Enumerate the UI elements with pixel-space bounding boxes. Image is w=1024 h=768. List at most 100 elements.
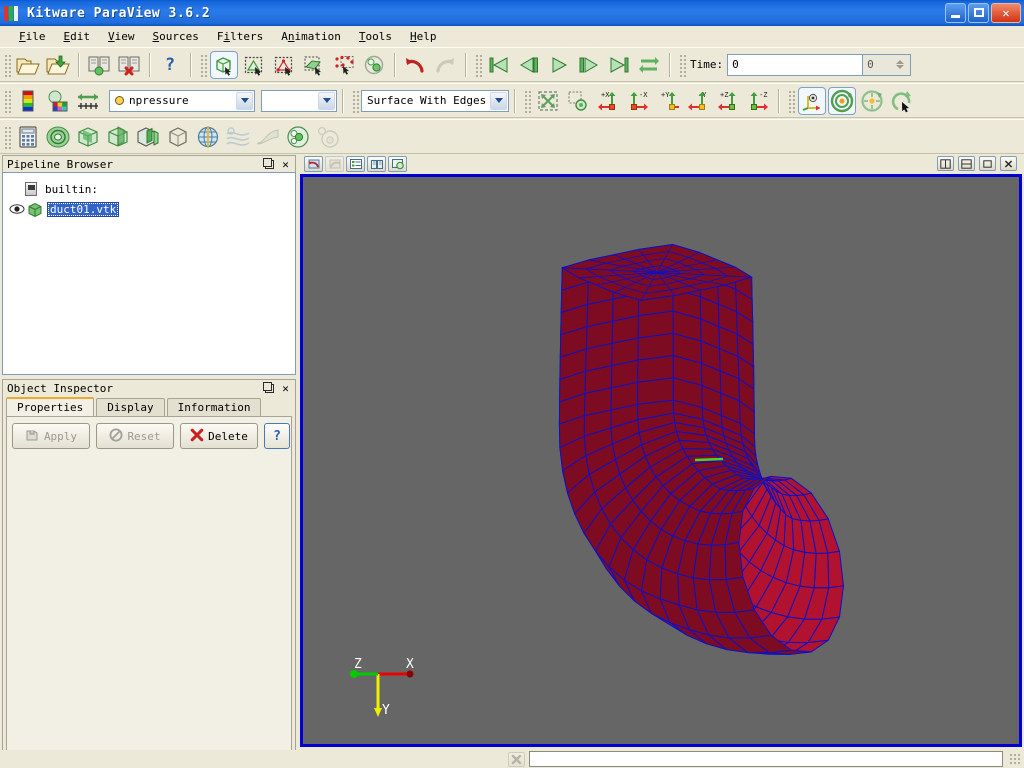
resize-grip[interactable] (1009, 753, 1021, 765)
vcr-toolbar-grip[interactable] (474, 53, 482, 77)
tab-properties[interactable]: Properties (6, 397, 94, 416)
extract-subset-icon[interactable] (164, 123, 192, 151)
zoom-to-selection-icon[interactable] (564, 87, 592, 115)
split-vertical-icon[interactable] (958, 156, 975, 171)
menu-animation[interactable]: Animation (272, 28, 350, 45)
pipeline-node-server[interactable]: builtin: (3, 179, 295, 199)
save-data-icon[interactable] (44, 51, 72, 79)
pipeline-close-icon[interactable]: ✕ (279, 158, 292, 171)
time-frame-spinbox[interactable]: 0 (863, 54, 911, 76)
undo-camera-icon[interactable] (304, 156, 323, 172)
toolbar-grip[interactable] (3, 53, 11, 77)
play-icon[interactable] (545, 51, 573, 79)
redo-camera-icon[interactable] (325, 156, 344, 172)
first-frame-icon[interactable] (485, 51, 513, 79)
render-view[interactable]: XYZ (300, 174, 1022, 747)
apply-button[interactable]: Apply (12, 423, 90, 449)
calculator-icon[interactable] (14, 123, 42, 151)
spin-buttons[interactable] (892, 56, 908, 74)
menu-filters[interactable]: Filters (208, 28, 272, 45)
close-button[interactable]: ✕ (991, 3, 1021, 23)
view-minus-x-icon[interactable]: -X (624, 87, 652, 115)
threshold-icon[interactable] (134, 123, 162, 151)
last-frame-icon[interactable] (605, 51, 633, 79)
next-frame-icon[interactable] (575, 51, 603, 79)
edit-color-map-icon[interactable] (14, 87, 42, 115)
maximize-button[interactable] (968, 3, 989, 23)
pick-center-icon[interactable] (828, 87, 856, 115)
clip-icon[interactable] (74, 123, 102, 151)
render-view-canvas[interactable]: XYZ (303, 177, 1019, 744)
tab-information[interactable]: Information (167, 398, 262, 416)
center-axes-toolbar-grip[interactable] (787, 89, 795, 113)
maximize-view-icon[interactable] (979, 156, 996, 171)
show-center-axes-icon[interactable] (798, 87, 826, 115)
menu-file[interactable]: File (10, 28, 55, 45)
camera-toolbar-grip[interactable] (523, 89, 531, 113)
time-toolbar-grip[interactable] (678, 53, 686, 77)
select-points-through-icon[interactable] (330, 51, 358, 79)
glyph-icon[interactable] (194, 123, 222, 151)
reset-button[interactable]: Reset (96, 423, 174, 449)
warp-icon[interactable] (254, 123, 282, 151)
connect-server-icon[interactable] (85, 51, 113, 79)
abort-icon[interactable] (508, 752, 525, 767)
show-legend-icon[interactable] (346, 156, 365, 172)
menu-help[interactable]: Help (401, 28, 446, 45)
split-horizontal-icon[interactable] (937, 156, 954, 171)
representation-toolbar-grip[interactable] (351, 89, 359, 113)
minimize-button[interactable] (945, 3, 966, 23)
contour-icon[interactable] (44, 123, 72, 151)
select-block-icon[interactable] (360, 51, 388, 79)
menu-edit[interactable]: Edit (55, 28, 100, 45)
spin-up-icon[interactable] (896, 60, 904, 64)
inspector-float-icon[interactable] (263, 382, 276, 395)
rescale-to-data-range-icon[interactable] (74, 87, 102, 115)
select-points-surface-icon[interactable] (270, 51, 298, 79)
visibility-eye-icon[interactable] (9, 202, 25, 216)
view-plus-x-icon[interactable]: +X (594, 87, 622, 115)
view-minus-z-icon[interactable]: -Z (744, 87, 772, 115)
previous-frame-icon[interactable] (515, 51, 543, 79)
array-combo-chevron-down-icon[interactable] (236, 92, 253, 110)
select-cells-surface-icon[interactable] (240, 51, 268, 79)
open-file-icon[interactable] (14, 51, 42, 79)
help-icon[interactable]: ? (156, 51, 184, 79)
view-plus-y-icon[interactable]: +Y (654, 87, 682, 115)
view-minus-y-icon[interactable]: -Y (684, 87, 712, 115)
component-combo[interactable] (261, 90, 337, 112)
array-combo[interactable]: npressure (109, 90, 255, 112)
menu-tools[interactable]: Tools (350, 28, 401, 45)
component-combo-chevron-down-icon[interactable] (318, 92, 335, 110)
filters-toolbar-grip[interactable] (3, 125, 11, 149)
representation-combo-chevron-down-icon[interactable] (490, 92, 507, 110)
view-plus-z-icon[interactable]: +Z (714, 87, 742, 115)
stream-tracer-icon[interactable] (224, 123, 252, 151)
menu-sources[interactable]: Sources (144, 28, 208, 45)
interact-cube-icon[interactable] (210, 51, 238, 79)
select-cells-through-icon[interactable] (300, 51, 328, 79)
rotate-center-icon[interactable] (888, 87, 916, 115)
representation-combo[interactable]: Surface With Edges (361, 90, 509, 112)
magnify-icon[interactable] (388, 156, 407, 172)
colormap-toolbar-grip[interactable] (3, 89, 11, 113)
view-settings-icon[interactable] (367, 156, 386, 172)
inspector-close-icon[interactable]: ✕ (279, 382, 292, 395)
disconnect-server-icon[interactable] (115, 51, 143, 79)
group-datasets-icon[interactable] (284, 123, 312, 151)
redo-icon[interactable] (431, 51, 459, 79)
undo-icon[interactable] (401, 51, 429, 79)
loop-icon[interactable] (635, 51, 663, 79)
selection-toolbar-grip[interactable] (199, 53, 207, 77)
spin-down-icon[interactable] (896, 65, 904, 69)
color-legend-icon[interactable] (44, 87, 72, 115)
menu-view[interactable]: View (99, 28, 144, 45)
pipeline-node-reader[interactable]: duct01.vtk (3, 199, 295, 219)
tab-display[interactable]: Display (96, 398, 164, 416)
delete-button[interactable]: Delete (180, 423, 258, 449)
slice-icon[interactable] (104, 123, 132, 151)
help-button[interactable]: ? (264, 423, 290, 449)
extract-level-icon[interactable] (314, 123, 342, 151)
close-view-icon[interactable] (1000, 156, 1017, 171)
pipeline-tree[interactable]: builtin: duct01.vtk (2, 172, 296, 375)
